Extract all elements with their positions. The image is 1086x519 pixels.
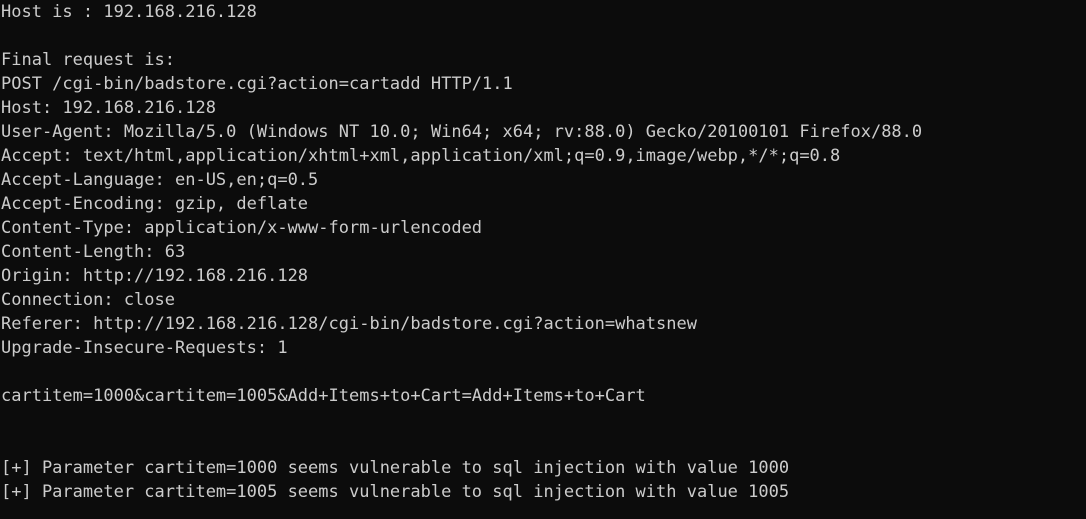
request-line: POST /cgi-bin/badstore.cgi?action=cartad… <box>1 74 513 94</box>
vulnerability-result: [+] Parameter cartitem=1000 seems vulner… <box>1 458 790 478</box>
header-host: Host: 192.168.216.128 <box>1 98 216 118</box>
header-content-length: Content-Length: 63 <box>1 242 186 262</box>
header-referer: Referer: http://192.168.216.128/cgi-bin/… <box>1 314 697 334</box>
terminal-window[interactable]: Host is : 192.168.216.128 Final request … <box>0 0 1086 519</box>
header-user-agent: User-Agent: Mozilla/5.0 (Windows NT 10.0… <box>1 122 923 142</box>
request-body: cartitem=1000&cartitem=1005&Add+Items+to… <box>1 386 646 406</box>
header-accept: Accept: text/html,application/xhtml+xml,… <box>1 146 841 166</box>
host-line: Host is : 192.168.216.128 <box>1 2 257 22</box>
header-upgrade-insecure-requests: Upgrade-Insecure-Requests: 1 <box>1 338 288 358</box>
final-request-heading: Final request is: <box>1 50 175 70</box>
header-accept-language: Accept-Language: en-US,en;q=0.5 <box>1 170 319 190</box>
vulnerability-result: [+] Parameter cartitem=1005 seems vulner… <box>1 482 790 502</box>
header-connection: Connection: close <box>1 290 175 310</box>
header-accept-encoding: Accept-Encoding: gzip, deflate <box>1 194 309 214</box>
header-origin: Origin: http://192.168.216.128 <box>1 266 309 286</box>
header-content-type: Content-Type: application/x-www-form-url… <box>1 218 483 238</box>
